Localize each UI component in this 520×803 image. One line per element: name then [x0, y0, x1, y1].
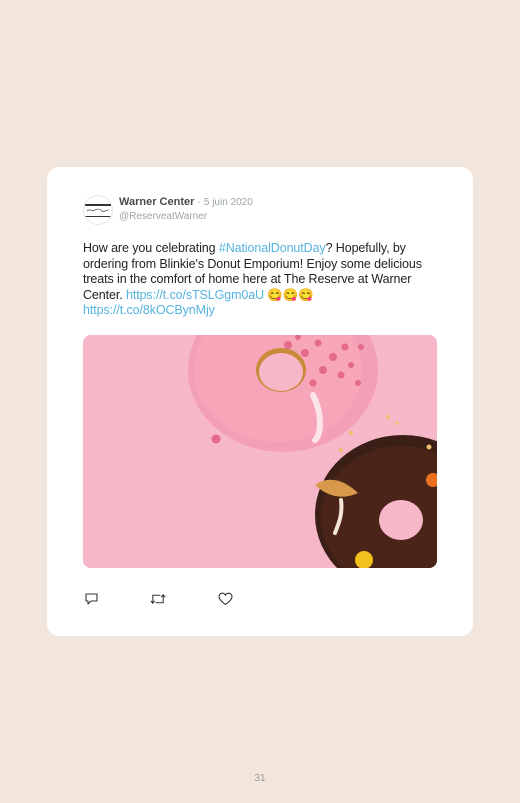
retweet-icon[interactable] — [150, 591, 166, 607]
reply-icon[interactable] — [83, 591, 99, 607]
tweet-text-part: How are you celebrating — [83, 241, 219, 255]
author-handle[interactable]: @ReserveatWarner — [119, 210, 253, 224]
tweet-actions — [83, 591, 284, 607]
author-name[interactable]: Warner Center — [119, 196, 194, 208]
url-link[interactable]: https://t.co/sTSLGgm0aU — [126, 288, 264, 302]
avatar[interactable] — [83, 195, 113, 225]
tweet-date[interactable]: 5 juin 2020 — [204, 197, 253, 208]
separator: · — [197, 197, 201, 208]
url-link[interactable]: https://t.co/8kOCBynMjy — [83, 303, 215, 317]
page-number: 31 — [254, 773, 266, 784]
avatar-logo — [85, 203, 111, 217]
tweet-text: How are you celebrating #NationalDonutDa… — [83, 241, 443, 319]
tweet-header: Warner Center · 5 juin 2020 @ReserveatWa… — [83, 195, 253, 225]
tweet-image[interactable] — [83, 335, 437, 568]
logo-script-icon — [86, 208, 110, 212]
like-icon[interactable] — [217, 591, 233, 607]
hashtag-link[interactable]: #NationalDonutDay — [219, 241, 326, 255]
tweet-card: Warner Center · 5 juin 2020 @ReserveatWa… — [47, 167, 473, 636]
donut-photo — [83, 335, 437, 568]
emoji-group: 😋😋😋 — [264, 287, 314, 302]
